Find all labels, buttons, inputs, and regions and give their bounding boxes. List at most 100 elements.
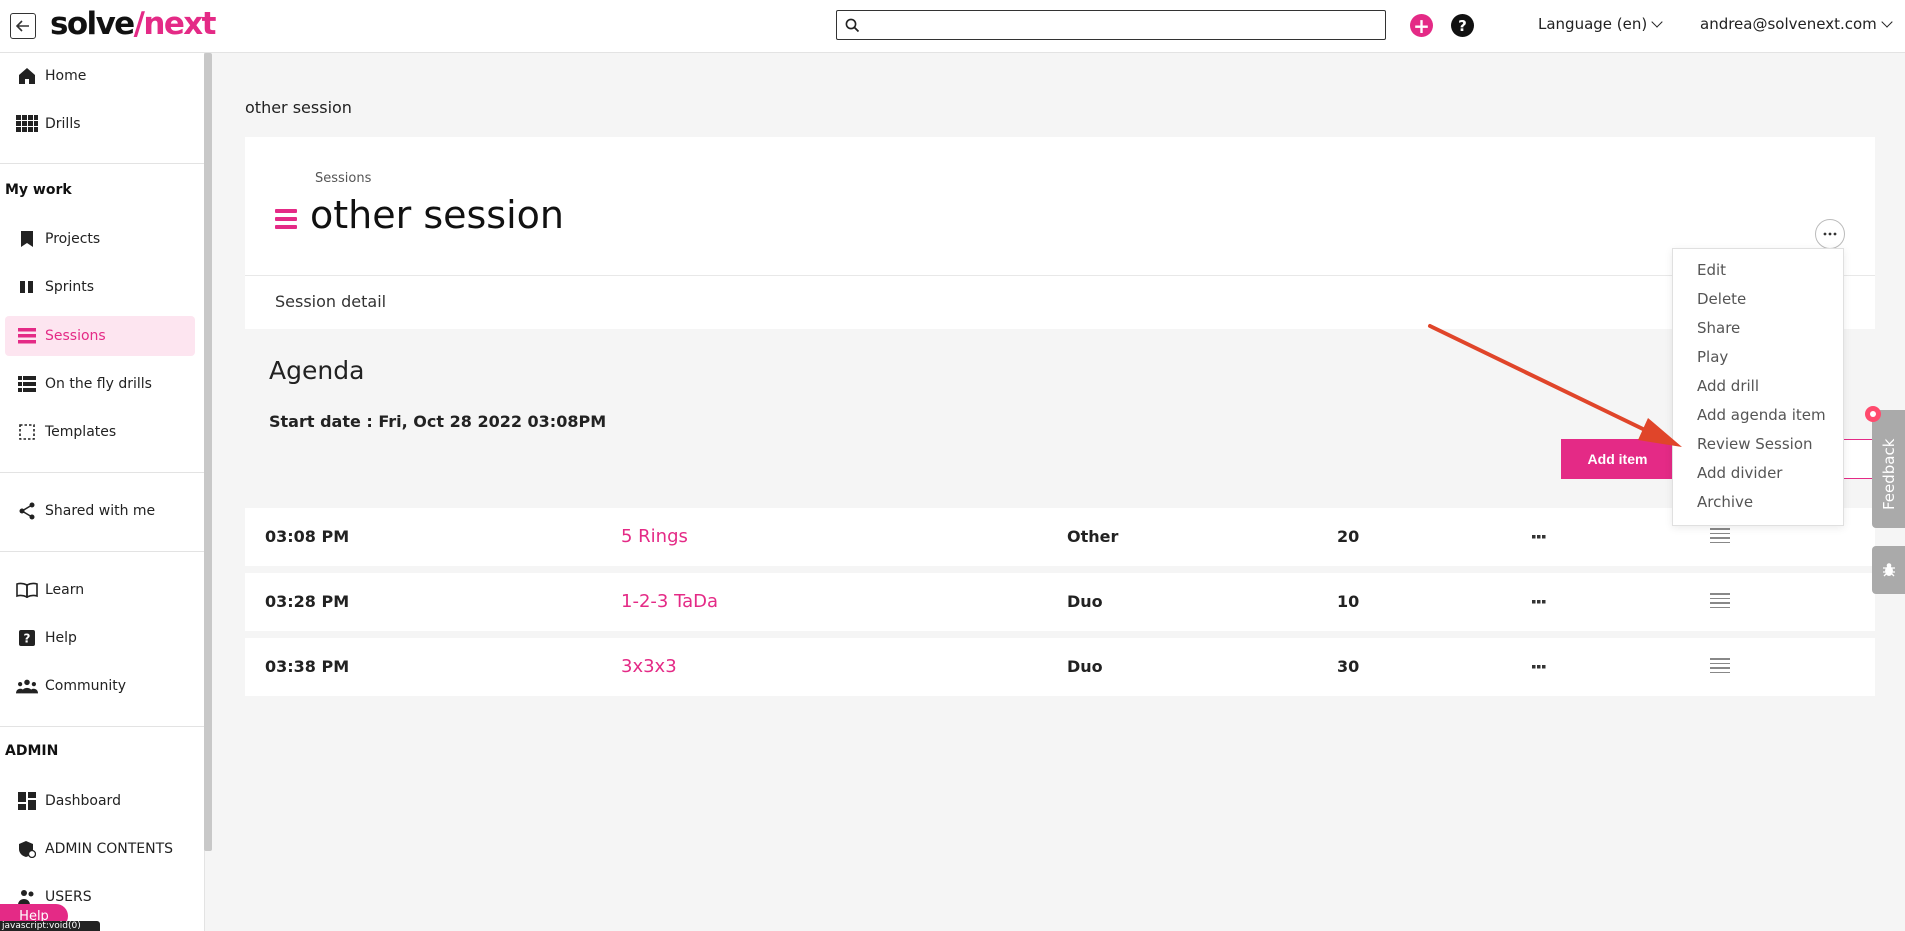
menu-item-archive[interactable]: Archive <box>1697 493 1753 511</box>
sidebar-divider <box>0 726 204 727</box>
sidebar-item-dashboard[interactable]: Dashboard <box>5 781 195 821</box>
more-options-button[interactable] <box>1815 219 1845 249</box>
logo-next: next <box>143 6 216 42</box>
sidebar-item-label: Learn <box>45 582 85 598</box>
notification-dot-icon <box>1865 406 1881 422</box>
sidebar-item-drills[interactable]: Drills <box>5 104 195 144</box>
sessions-bars-icon <box>275 209 297 229</box>
language-selector[interactable]: Language (en) <box>1538 15 1663 33</box>
sidebar-item-label: Templates <box>45 424 117 440</box>
logo-solve: solve <box>50 6 135 42</box>
ellipsis-icon <box>1823 232 1837 236</box>
sidebar-item-label: ADMIN CONTENTS <box>45 841 174 857</box>
user-menu[interactable]: andrea@solvenext.com <box>1700 15 1893 33</box>
add-item-button[interactable]: Add item <box>1561 439 1674 479</box>
row-more-icon[interactable] <box>1532 658 1552 674</box>
plus-circle-icon[interactable]: + <box>1410 14 1433 37</box>
browser-status-bar: javascript:void(0) <box>0 921 100 931</box>
options-menu: Edit Delete Share Play Add drill Add age… <box>1672 248 1844 526</box>
row-more-icon[interactable] <box>1532 593 1552 609</box>
sidebar-scrollbar[interactable] <box>204 53 212 851</box>
row-drill-link[interactable]: 3x3x3 <box>621 656 677 677</box>
back-button[interactable] <box>10 13 36 39</box>
list-icon <box>16 373 38 395</box>
sidebar-divider <box>0 551 204 552</box>
sidebar-item-label: Help <box>45 630 77 646</box>
session-header-card: Sessions other session Session detail <box>245 137 1875 329</box>
question-circle-icon[interactable]: ? <box>1451 14 1474 37</box>
breadcrumb-sessions-link[interactable]: Sessions <box>315 171 371 186</box>
chevron-down-icon <box>1881 16 1893 28</box>
drag-handle-icon[interactable] <box>1710 528 1730 544</box>
language-label: Language (en) <box>1538 15 1648 33</box>
row-drill-link[interactable]: 1-2-3 TaDa <box>621 591 718 612</box>
columns-icon <box>16 276 38 298</box>
dashboard-icon <box>16 790 38 812</box>
sidebar-item-projects[interactable]: Projects <box>5 219 195 259</box>
menu-item-add-drill[interactable]: Add drill <box>1697 377 1759 395</box>
table-row: 03:38 PM 3x3x3 Duo 30 <box>245 638 1875 696</box>
logo[interactable]: solve/next <box>50 6 216 42</box>
bug-report-tab[interactable] <box>1872 546 1905 594</box>
menu-item-review-session[interactable]: Review Session <box>1697 435 1813 453</box>
table-row: 03:08 PM 5 Rings Other 20 <box>245 508 1875 566</box>
menu-item-share[interactable]: Share <box>1697 319 1740 337</box>
sidebar-item-on-the-fly-drills[interactable]: On the fly drills <box>5 364 195 404</box>
svg-text:?: ? <box>24 632 31 646</box>
arrow-left-icon <box>16 20 29 32</box>
bars-icon <box>16 325 38 347</box>
tab-session-detail[interactable]: Session detail <box>275 292 386 311</box>
sidebar-divider <box>0 472 204 473</box>
drag-handle-icon[interactable] <box>1710 658 1730 674</box>
sidebar-heading-my-work: My work <box>5 182 72 198</box>
shield-icon <box>16 838 38 860</box>
sidebar-item-label: Drills <box>45 116 81 132</box>
sidebar-item-community[interactable]: Community <box>5 666 195 706</box>
feedback-tab[interactable]: Feedback <box>1872 410 1905 528</box>
sidebar-item-help[interactable]: ? Help <box>5 618 195 658</box>
sidebar-item-label: Dashboard <box>45 793 121 809</box>
menu-item-edit[interactable]: Edit <box>1697 261 1726 279</box>
logo-slash: / <box>133 6 145 42</box>
table-row: 03:28 PM 1-2-3 TaDa Duo 10 <box>245 573 1875 631</box>
user-email: andrea@solvenext.com <box>1700 15 1877 33</box>
row-type: Duo <box>1067 657 1103 676</box>
row-more-icon[interactable] <box>1532 528 1552 544</box>
row-type: Duo <box>1067 592 1103 611</box>
agenda-heading: Agenda <box>269 356 365 385</box>
menu-item-delete[interactable]: Delete <box>1697 290 1746 308</box>
search-input[interactable] <box>867 13 1377 37</box>
sidebar-item-templates[interactable]: Templates <box>5 412 195 452</box>
row-drill-link[interactable]: 5 Rings <box>621 526 688 547</box>
sidebar-item-learn[interactable]: Learn <box>5 570 195 610</box>
share-icon <box>16 500 38 522</box>
row-type: Other <box>1067 527 1119 546</box>
sidebar-heading-admin: ADMIN <box>5 743 59 759</box>
book-icon <box>16 579 38 601</box>
dashed-square-icon <box>16 421 38 443</box>
drag-handle-icon[interactable] <box>1710 593 1730 609</box>
sidebar-item-home[interactable]: Home <box>5 56 195 96</box>
sidebar-item-admin-contents[interactable]: ADMIN CONTENTS <box>5 829 195 869</box>
menu-item-add-divider[interactable]: Add divider <box>1697 464 1782 482</box>
sidebar-item-sprints[interactable]: Sprints <box>5 267 195 307</box>
search-icon <box>845 18 860 33</box>
search-box[interactable] <box>836 10 1386 40</box>
menu-item-add-agenda-item[interactable]: Add agenda item <box>1697 406 1826 424</box>
row-duration: 20 <box>1337 527 1360 546</box>
sidebar-item-shared-with-me[interactable]: Shared with me <box>5 491 195 531</box>
page-title: other session <box>310 193 564 237</box>
sidebar-item-label: Home <box>45 68 87 84</box>
people-icon <box>16 675 38 697</box>
feedback-label: Feedback <box>1880 438 1898 510</box>
bug-icon <box>1882 563 1895 577</box>
chevron-down-icon <box>1651 16 1663 28</box>
page-breadcrumb: other session <box>245 98 352 117</box>
sidebar-item-label: Community <box>45 678 127 694</box>
sidebar-item-sessions[interactable]: Sessions <box>5 316 195 356</box>
menu-item-play[interactable]: Play <box>1697 348 1728 366</box>
grid-icon <box>16 113 38 135</box>
start-date: Start date : Fri, Oct 28 2022 03:08PM <box>269 412 607 431</box>
sidebar-item-label: USERS <box>45 889 92 905</box>
row-time: 03:08 PM <box>265 527 350 546</box>
